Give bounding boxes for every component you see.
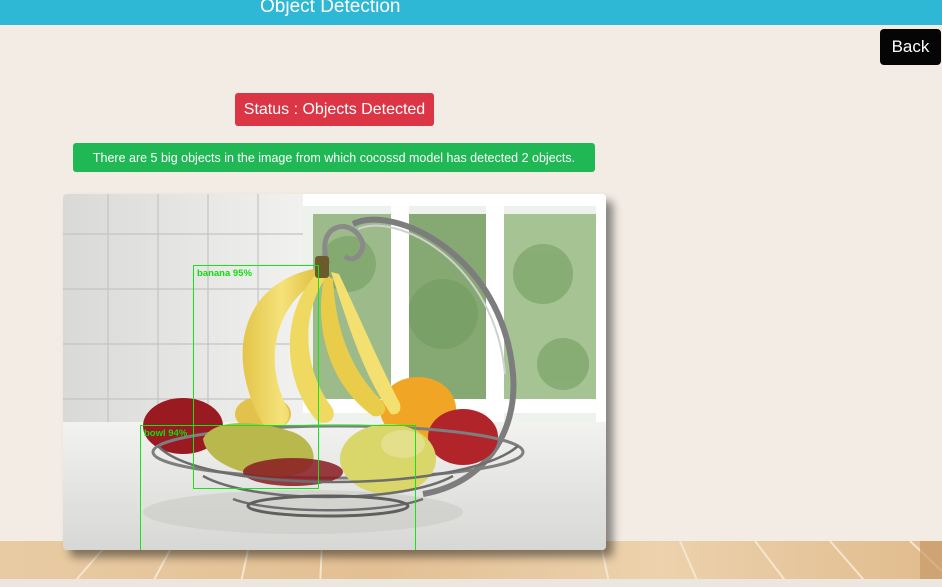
- app-header: Object Detection: [0, 0, 942, 25]
- page-bottom-strip: [0, 579, 942, 587]
- back-button[interactable]: Back: [880, 29, 941, 65]
- detection-info-alert: There are 5 big objects in the image fro…: [73, 143, 595, 172]
- fruit-basket-photo: [63, 194, 606, 550]
- app-title: Object Detection: [260, 0, 401, 17]
- status-badge: Status : Objects Detected: [235, 93, 434, 126]
